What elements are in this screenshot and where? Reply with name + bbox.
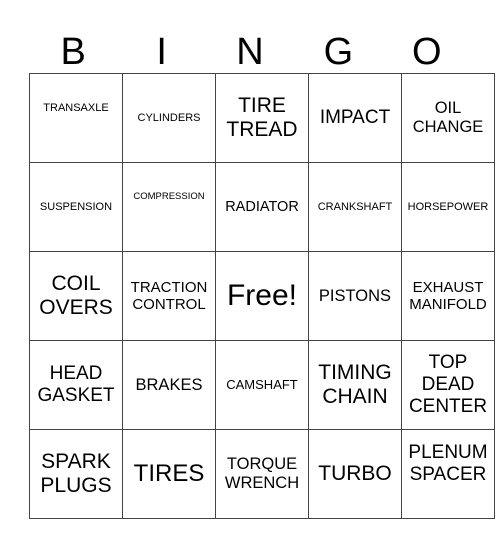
- bingo-cell[interactable]: COMPRESSION: [122, 152, 216, 242]
- header-letter: O: [412, 31, 442, 73]
- bingo-cell[interactable]: HORSEPOWER: [401, 162, 495, 252]
- bingo-cell[interactable]: RADIATOR: [215, 162, 309, 252]
- grid-row: HEAD GASKET BRAKES CAMSHAFT TIMING CHAIN…: [29, 340, 495, 430]
- bingo-cell[interactable]: PLENUM SPACER: [401, 419, 495, 509]
- bingo-cell[interactable]: TRANSAXLE: [29, 63, 123, 153]
- bingo-cell[interactable]: EXHAUST MANIFOLD: [401, 251, 495, 341]
- bingo-cell[interactable]: SUSPENSION: [29, 162, 123, 252]
- bingo-cell[interactable]: CRANKSHAFT: [308, 162, 402, 252]
- free-cell[interactable]: Free!: [215, 251, 309, 341]
- bingo-cell[interactable]: TIRES: [122, 429, 216, 519]
- bingo-cell[interactable]: PISTONS: [308, 251, 402, 341]
- bingo-cell[interactable]: BRAKES: [122, 340, 216, 430]
- header-letter: G: [323, 31, 354, 73]
- grid-row: COIL OVERS TRACTION CONTROL Free! PISTON…: [29, 251, 495, 341]
- grid-row: TRANSAXLE CYLINDERS TIRE TREAD IMPACT OI…: [29, 63, 495, 163]
- header-letter: N: [236, 31, 264, 73]
- header-letter: I: [156, 31, 167, 73]
- bingo-grid: TRANSAXLE CYLINDERS TIRE TREAD IMPACT OI…: [29, 63, 495, 519]
- bingo-cell[interactable]: HEAD GASKET: [29, 340, 123, 430]
- grid-row: SPARK PLUGS TIRES TORQUE WRENCH TURBO PL…: [29, 419, 495, 519]
- bingo-cell[interactable]: TOP DEAD CENTER: [401, 340, 495, 430]
- bingo-cell[interactable]: TORQUE WRENCH: [215, 429, 309, 519]
- bingo-cell[interactable]: IMPACT: [308, 73, 402, 163]
- bingo-cell[interactable]: COIL OVERS: [29, 251, 123, 341]
- bingo-cell[interactable]: CAMSHAFT: [215, 340, 309, 430]
- bingo-cell[interactable]: SPARK PLUGS: [29, 429, 123, 519]
- bingo-cell[interactable]: TRACTION CONTROL: [122, 251, 216, 341]
- grid-row: SUSPENSION COMPRESSION RADIATOR CRANKSHA…: [29, 152, 495, 252]
- bingo-cell[interactable]: TIMING CHAIN: [308, 340, 402, 430]
- bingo-cell[interactable]: TURBO: [308, 429, 402, 519]
- bingo-cell[interactable]: CYLINDERS: [122, 73, 216, 163]
- bingo-cell[interactable]: OIL CHANGE: [401, 73, 495, 163]
- bingo-cell[interactable]: TIRE TREAD: [215, 73, 309, 163]
